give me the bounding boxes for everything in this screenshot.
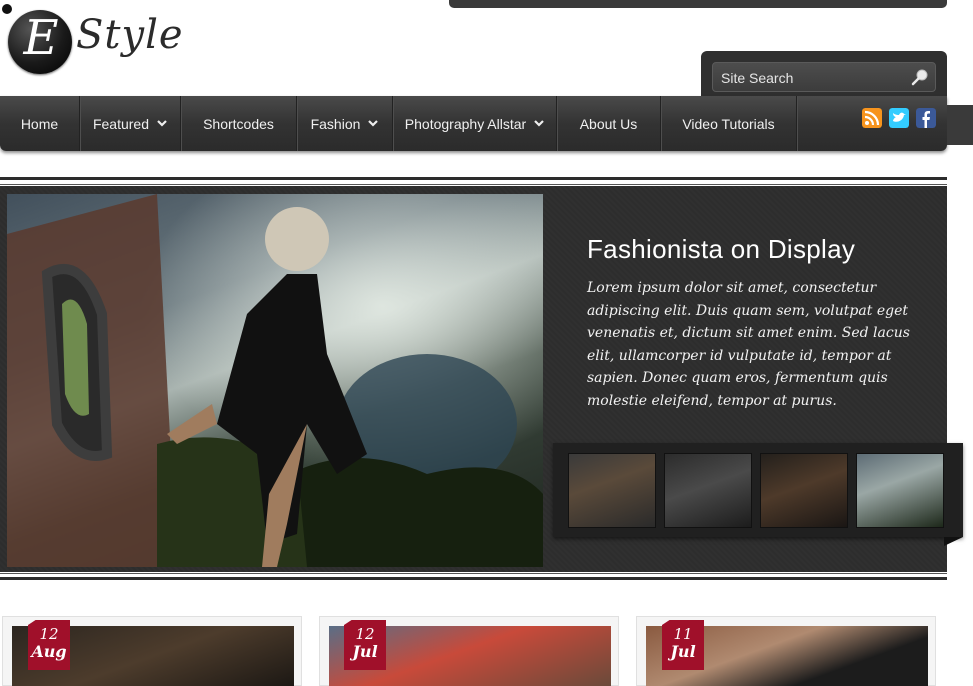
top-utility-bar bbox=[449, 0, 947, 8]
search-box bbox=[712, 62, 936, 93]
nav-label: Shortcodes bbox=[203, 115, 274, 132]
date-month: Jul bbox=[670, 642, 696, 661]
date-badge: 12 Aug bbox=[28, 620, 70, 670]
divider bbox=[0, 184, 947, 185]
nav-label: Home bbox=[20, 115, 59, 132]
divider bbox=[0, 577, 947, 580]
facebook-icon[interactable] bbox=[916, 108, 936, 128]
site-logo[interactable]: E Style bbox=[2, 2, 202, 78]
nav-label: Photography Allstar bbox=[404, 115, 527, 132]
search-input[interactable] bbox=[719, 63, 903, 93]
strip-fold bbox=[944, 537, 963, 546]
nav-label: Featured bbox=[92, 115, 150, 132]
rss-icon[interactable] bbox=[862, 108, 882, 128]
date-badge: 12 Jul bbox=[344, 620, 386, 670]
nav-item-featured[interactable]: Featured bbox=[80, 96, 181, 151]
nav-label: About Us bbox=[579, 115, 638, 132]
featured-excerpt: Lorem ipsum dolor sit amet, consectetur … bbox=[587, 280, 910, 409]
logo-letter: E bbox=[23, 10, 59, 66]
logo-wordmark: Style bbox=[76, 12, 184, 58]
featured-image[interactable] bbox=[7, 194, 543, 567]
divider bbox=[0, 177, 947, 180]
search-icon[interactable] bbox=[911, 68, 929, 86]
chevron-down-icon bbox=[157, 119, 167, 127]
slider-thumbnail[interactable] bbox=[568, 453, 656, 528]
date-day: 12 bbox=[355, 625, 375, 643]
main-nav: Home Featured Shortcodes Fashion Photogr… bbox=[0, 96, 947, 151]
nav-item-home[interactable]: Home bbox=[0, 96, 80, 151]
nav-label: Fashion bbox=[310, 115, 361, 132]
nav-item-photography-allstar[interactable]: Photography Allstar bbox=[393, 96, 557, 151]
nav-item-fashion[interactable]: Fashion bbox=[297, 96, 393, 151]
slider-thumbnail-active[interactable] bbox=[856, 453, 944, 528]
date-month: Jul bbox=[352, 642, 378, 661]
featured-title[interactable]: Fashionista on Display bbox=[587, 234, 855, 265]
chevron-down-icon bbox=[368, 119, 379, 127]
nav-item-shortcodes[interactable]: Shortcodes bbox=[181, 96, 297, 151]
nav-label: Video Tutorials bbox=[682, 115, 775, 132]
divider bbox=[0, 573, 947, 574]
nav-item-about-us[interactable]: About Us bbox=[557, 96, 661, 151]
chevron-down-icon bbox=[534, 119, 544, 127]
date-month: Aug bbox=[31, 642, 67, 661]
date-day: 12 bbox=[39, 625, 59, 643]
twitter-icon[interactable] bbox=[889, 108, 909, 128]
nav-item-video-tutorials[interactable]: Video Tutorials bbox=[661, 96, 797, 151]
nav-tail bbox=[947, 105, 973, 145]
slider-thumbnail[interactable] bbox=[664, 453, 752, 528]
date-day: 11 bbox=[673, 625, 693, 643]
logo-dot bbox=[2, 4, 12, 14]
date-badge: 11 Jul bbox=[662, 620, 704, 670]
slider-thumbnail[interactable] bbox=[760, 453, 848, 528]
